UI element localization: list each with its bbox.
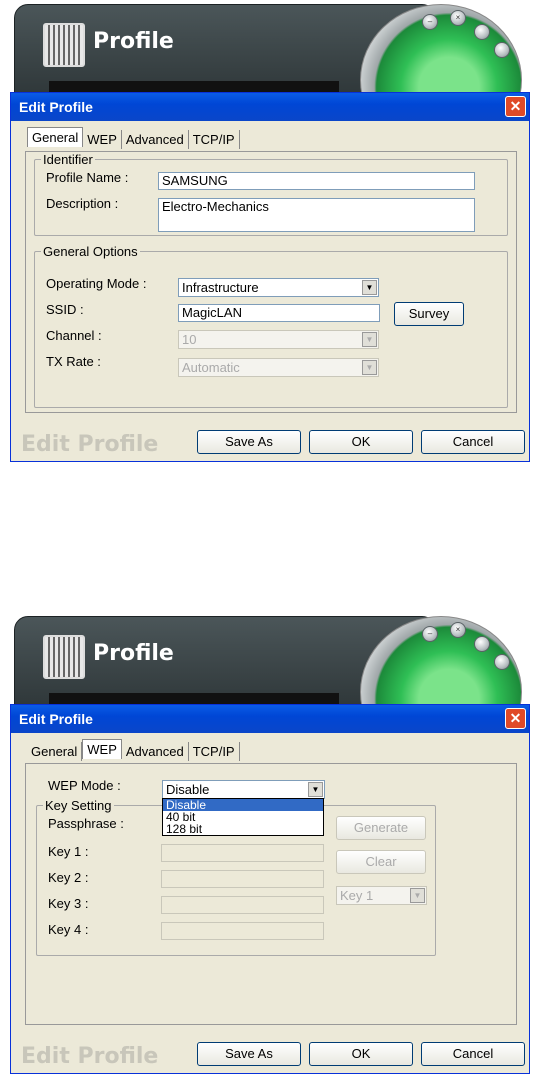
dialog-title: Edit Profile bbox=[19, 99, 93, 115]
channel-value: 10 bbox=[182, 332, 197, 347]
tab-tcpip[interactable]: TCP/IP bbox=[188, 130, 240, 149]
tab-tcpip[interactable]: TCP/IP bbox=[188, 742, 240, 761]
passphrase-input[interactable] bbox=[161, 844, 324, 862]
wep-panel: WEP Mode : Disable ▼ Key Setting Passphr… bbox=[25, 763, 517, 1025]
key-index-select[interactable]: Key 1 ▼ bbox=[336, 886, 427, 905]
key3-input[interactable] bbox=[161, 896, 324, 914]
screenshot-general: Profile – × Edit Profile ✕ General WEP Adv… bbox=[0, 0, 543, 470]
screenshot-wep: Profile – × Edit Profile ✕ General WEP Adv… bbox=[0, 612, 543, 1082]
key4-label: Key 4 : bbox=[48, 922, 89, 937]
tab-wep[interactable]: WEP bbox=[83, 130, 122, 149]
edit-profile-dialog: Edit Profile ✕ General WEP Advanced TCP/IP … bbox=[10, 704, 530, 1074]
option-icon[interactable] bbox=[474, 24, 490, 40]
tx-rate-select[interactable]: Automatic ▼ bbox=[178, 358, 379, 377]
passphrase-label: Passphrase : bbox=[48, 816, 124, 831]
dialog-close-icon[interactable]: ✕ bbox=[505, 96, 526, 117]
wep-mode-select[interactable]: Disable ▼ bbox=[162, 780, 325, 799]
tab-wep[interactable]: WEP bbox=[82, 739, 122, 759]
edit-profile-dialog: Edit Profile ✕ General WEP Advanced TCP/IP … bbox=[10, 92, 530, 462]
dialog-close-icon[interactable]: ✕ bbox=[505, 708, 526, 729]
clear-button[interactable]: Clear bbox=[336, 850, 426, 874]
tab-bar: General WEP Advanced TCP/IP bbox=[27, 739, 240, 763]
wep-mode-label: WEP Mode : bbox=[48, 778, 121, 793]
save-as-button[interactable]: Save As bbox=[197, 430, 301, 454]
description-input[interactable]: Electro-Mechanics bbox=[158, 198, 475, 232]
tx-rate-value: Automatic bbox=[182, 360, 240, 375]
dropdown-arrow-icon[interactable]: ▼ bbox=[308, 782, 323, 797]
wep-mode-dropdown-list: Disable 40 bit 128 bit bbox=[162, 798, 324, 836]
dropdown-arrow-icon[interactable]: ▼ bbox=[410, 888, 425, 903]
identifier-legend: Identifier bbox=[43, 152, 93, 167]
cancel-button[interactable]: Cancel bbox=[421, 430, 525, 454]
dialog-titlebar: Edit Profile ✕ bbox=[11, 93, 529, 121]
footer-watermark: Edit Profile bbox=[21, 1044, 159, 1069]
general-options-group: General Options bbox=[34, 244, 508, 408]
app-logo-icon bbox=[43, 635, 85, 679]
key-index-value: Key 1 bbox=[340, 888, 374, 903]
dropdown-arrow-icon[interactable]: ▼ bbox=[362, 360, 377, 375]
app-logo-icon bbox=[43, 23, 85, 67]
dialog-titlebar: Edit Profile ✕ bbox=[11, 705, 529, 733]
dialog-title: Edit Profile bbox=[19, 711, 93, 727]
key2-input[interactable] bbox=[161, 870, 324, 888]
option-icon[interactable] bbox=[474, 636, 490, 652]
footer-watermark: Edit Profile bbox=[21, 432, 159, 457]
wep-mode-option[interactable]: 128 bit bbox=[163, 823, 323, 835]
ssid-input[interactable]: MagicLAN bbox=[178, 304, 380, 322]
dropdown-arrow-icon[interactable]: ▼ bbox=[362, 280, 377, 295]
operating-mode-label: Operating Mode : bbox=[46, 276, 147, 291]
general-options-legend: General Options bbox=[43, 244, 138, 259]
ok-button[interactable]: OK bbox=[309, 1042, 413, 1066]
tab-advanced[interactable]: Advanced bbox=[121, 742, 189, 761]
minimize-icon[interactable]: – bbox=[422, 626, 438, 642]
tab-general[interactable]: General bbox=[27, 742, 83, 761]
key2-label: Key 2 : bbox=[48, 870, 89, 885]
cancel-button[interactable]: Cancel bbox=[421, 1042, 525, 1066]
app-title: Profile bbox=[93, 641, 174, 666]
option-icon[interactable] bbox=[494, 654, 510, 670]
wep-mode-value: Disable bbox=[166, 782, 210, 797]
dropdown-arrow-icon[interactable]: ▼ bbox=[362, 332, 377, 347]
close-icon[interactable]: × bbox=[450, 10, 466, 26]
option-icon[interactable] bbox=[494, 42, 510, 58]
operating-mode-select[interactable]: Infrastructure ▼ bbox=[178, 278, 379, 297]
key-setting-legend: Key Setting bbox=[45, 798, 112, 813]
key3-label: Key 3 : bbox=[48, 896, 89, 911]
ok-button[interactable]: OK bbox=[309, 430, 413, 454]
tx-rate-label: TX Rate : bbox=[46, 354, 101, 369]
save-as-button[interactable]: Save As bbox=[197, 1042, 301, 1066]
operating-mode-value: Infrastructure bbox=[182, 280, 259, 295]
channel-select[interactable]: 10 ▼ bbox=[178, 330, 379, 349]
profile-name-input[interactable]: SAMSUNG bbox=[158, 172, 475, 190]
description-label: Description : bbox=[46, 196, 119, 211]
tab-general[interactable]: General bbox=[27, 127, 84, 147]
generate-button[interactable]: Generate bbox=[336, 816, 426, 840]
key4-input[interactable] bbox=[161, 922, 324, 940]
key1-label: Key 1 : bbox=[48, 844, 89, 859]
general-panel: Identifier Profile Name : SAMSUNG Descri… bbox=[25, 151, 517, 413]
app-title: Profile bbox=[93, 29, 174, 54]
minimize-icon[interactable]: – bbox=[422, 14, 438, 30]
tab-advanced[interactable]: Advanced bbox=[121, 130, 189, 149]
tab-bar: General WEP Advanced TCP/IP bbox=[27, 127, 240, 151]
survey-button[interactable]: Survey bbox=[394, 302, 464, 326]
channel-label: Channel : bbox=[46, 328, 102, 343]
profile-name-label: Profile Name : bbox=[46, 170, 129, 185]
ssid-label: SSID : bbox=[46, 302, 84, 317]
close-icon[interactable]: × bbox=[450, 622, 466, 638]
